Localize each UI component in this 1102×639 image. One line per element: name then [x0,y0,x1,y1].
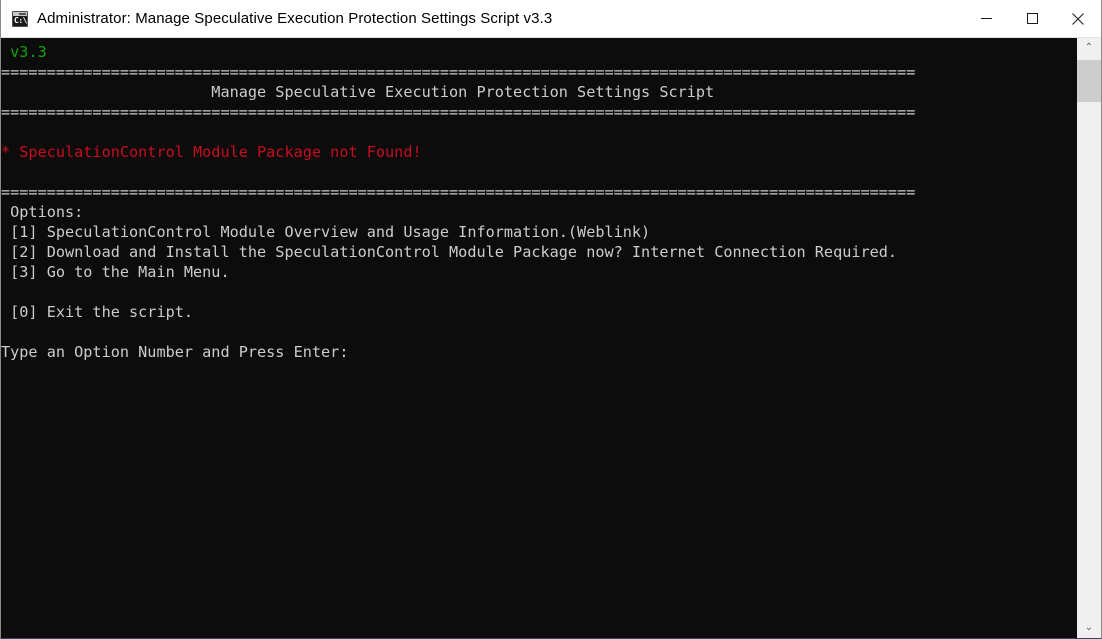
error-message: * SpeculationControl Module Package not … [1,143,422,161]
options-label: Options: [1,203,84,221]
menu-option-1[interactable]: [1] SpeculationControl Module Overview a… [1,223,650,241]
chevron-down-icon: ⌄ [1084,622,1094,633]
separator-line-under-heading: ========================================… [1,103,916,121]
title-bar[interactable]: C:\ Administrator: Manage Speculative Ex… [1,0,1101,38]
separator-line-top: ========================================… [1,63,916,81]
maximize-icon [1026,13,1038,24]
scrollbar-track[interactable] [1077,58,1101,618]
cmd-console-icon: C:\ [12,10,28,27]
close-icon [1072,12,1084,25]
menu-option-2[interactable]: [2] Download and Install the Speculation… [1,243,897,261]
icon-prompt-text: C:\ [14,15,27,25]
menu-option-0[interactable]: [0] Exit the script. [1,303,193,321]
minimize-icon [980,18,992,19]
separator-line-below-error: ========================================… [1,183,916,201]
menu-option-3[interactable]: [3] Go to the Main Menu. [1,263,229,281]
console-output[interactable]: v3.3 ===================================… [1,38,1076,638]
heading-line: Manage Speculative Execution Protection … [1,83,715,101]
window-title: Administrator: Manage Speculative Execut… [37,10,553,27]
console-window: C:\ Administrator: Manage Speculative Ex… [0,0,1102,639]
maximize-button[interactable] [1009,0,1055,37]
console-lines: v3.3 ===================================… [1,38,1076,362]
window-controls [963,0,1101,37]
close-button[interactable] [1055,0,1101,37]
vertical-scrollbar[interactable]: ⌃ ⌄ [1076,38,1101,638]
chevron-up-icon: ⌃ [1084,42,1094,53]
version-line: v3.3 [1,43,47,61]
input-prompt[interactable]: Type an Option Number and Press Enter: [1,343,348,361]
scroll-up-button[interactable]: ⌃ [1077,38,1101,58]
minimize-button[interactable] [963,0,1009,37]
console-body: v3.3 ===================================… [1,38,1101,638]
scrollbar-thumb[interactable] [1077,60,1101,102]
scroll-down-button[interactable]: ⌄ [1077,618,1101,638]
